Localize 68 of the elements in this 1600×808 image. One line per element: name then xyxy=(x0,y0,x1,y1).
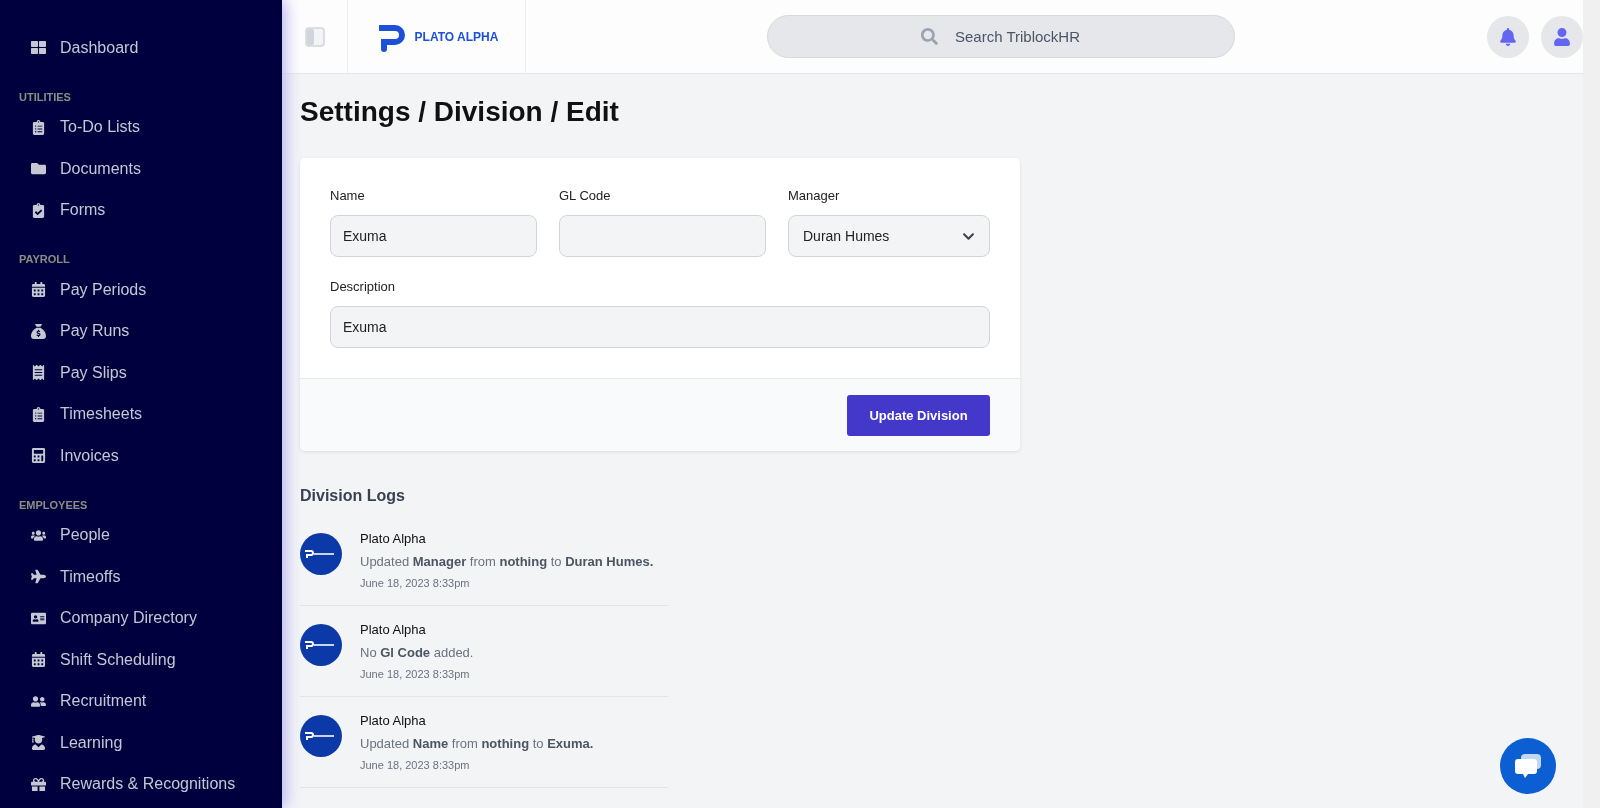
avatar-logo-icon xyxy=(300,715,342,757)
search-icon xyxy=(920,28,938,45)
sidebar-toggle-icon[interactable] xyxy=(304,26,325,47)
sidebar-item-icon xyxy=(30,652,46,668)
sidebar-item[interactable]: Shift Scheduling xyxy=(0,639,282,681)
profile-button[interactable] xyxy=(1541,15,1583,58)
input-field[interactable]: Exuma xyxy=(330,215,537,257)
log-message: No Gl Code added. xyxy=(360,645,474,660)
sidebar-item[interactable]: Pay Slips xyxy=(0,352,282,394)
sidebar-item-icon xyxy=(30,527,46,543)
search-field[interactable]: Search TriblockHR xyxy=(766,15,1235,58)
sidebar-section-label: PAYROLL xyxy=(18,252,71,267)
sidebar-item[interactable]: People xyxy=(0,514,282,556)
log-author: Plato Alpha xyxy=(360,622,427,637)
bell-icon xyxy=(1499,27,1517,46)
sidebar-item[interactable]: Recruitment xyxy=(0,680,282,722)
sidebar-section-label: UTILITIES xyxy=(18,89,72,105)
sidebar-section-label: EMPLOYEES xyxy=(18,497,89,513)
sidebar-item-icon xyxy=(30,40,46,56)
field-label: Manager xyxy=(788,188,841,203)
logo-text: PLATO ALPHA xyxy=(414,29,499,44)
log-author: Plato Alpha xyxy=(360,713,427,728)
sidebar-item[interactable]: Timesheets xyxy=(0,393,282,435)
sidebar-item[interactable]: Learning xyxy=(0,722,282,764)
sidebar-item[interactable]: Timeoffs xyxy=(0,556,282,598)
sidebar-item[interactable]: Invoices xyxy=(0,435,282,477)
avatar-logo-icon xyxy=(300,533,342,575)
sidebar-item[interactable]: Forms xyxy=(0,189,282,231)
sidebar-item[interactable]: Pay Periods xyxy=(0,269,282,311)
field-label: Name xyxy=(330,188,366,203)
chat-button[interactable] xyxy=(1500,738,1556,794)
update-division-button[interactable]: Update Division xyxy=(847,394,990,436)
sidebar-item-icon xyxy=(30,776,46,792)
log-timestamp: June 18, 2023 8:33pm xyxy=(360,577,471,589)
sidebar-item-icon xyxy=(30,693,46,709)
sidebar-item[interactable]: Rewards & Recognitions xyxy=(0,763,282,805)
notifications-button[interactable] xyxy=(1487,15,1529,58)
input-field[interactable]: Exuma xyxy=(330,306,990,348)
user-icon xyxy=(1553,27,1571,46)
avatar-logo-icon xyxy=(300,624,342,666)
log-message: Updated Name from nothing to Exuma. xyxy=(360,736,594,751)
page-title: Settings / Division / Edit xyxy=(300,96,620,128)
sidebar-item[interactable]: Pay Runs xyxy=(0,310,282,352)
sidebar-item-icon xyxy=(30,610,46,626)
sidebar-item[interactable]: To-Do Lists xyxy=(0,106,282,148)
sidebar-item-icon xyxy=(30,448,46,464)
select-field[interactable]: Duran Humes xyxy=(788,215,990,257)
input-field[interactable] xyxy=(559,215,766,257)
sidebar-item-icon xyxy=(30,569,46,585)
log-message: Updated Manager from nothing to Duran Humes. xyxy=(360,554,654,569)
sidebar-item-icon xyxy=(30,406,46,422)
log-author: Plato Alpha xyxy=(360,531,427,546)
field-label: GL Code xyxy=(559,188,612,203)
sidebar-item-icon xyxy=(30,161,46,177)
log-timestamp: June 18, 2023 8:33pm xyxy=(360,668,471,680)
sidebar-item-icon xyxy=(30,202,46,218)
log-timestamp: June 18, 2023 8:33pm xyxy=(360,759,471,771)
sidebar-item-icon xyxy=(30,282,46,298)
sidebar-item-icon xyxy=(30,365,46,381)
sidebar-item-icon xyxy=(30,323,46,339)
sidebar-item[interactable]: Company Directory xyxy=(0,597,282,639)
section-title: Division Logs xyxy=(300,487,406,505)
chat-bubbles-icon xyxy=(1514,753,1542,779)
field-label: Description xyxy=(330,279,397,294)
sidebar-item-icon xyxy=(30,119,46,135)
sidebar-item[interactable]: Documents xyxy=(0,148,282,190)
sidebar-item[interactable]: Dashboard xyxy=(0,27,282,69)
sidebar-item-icon xyxy=(30,735,46,751)
